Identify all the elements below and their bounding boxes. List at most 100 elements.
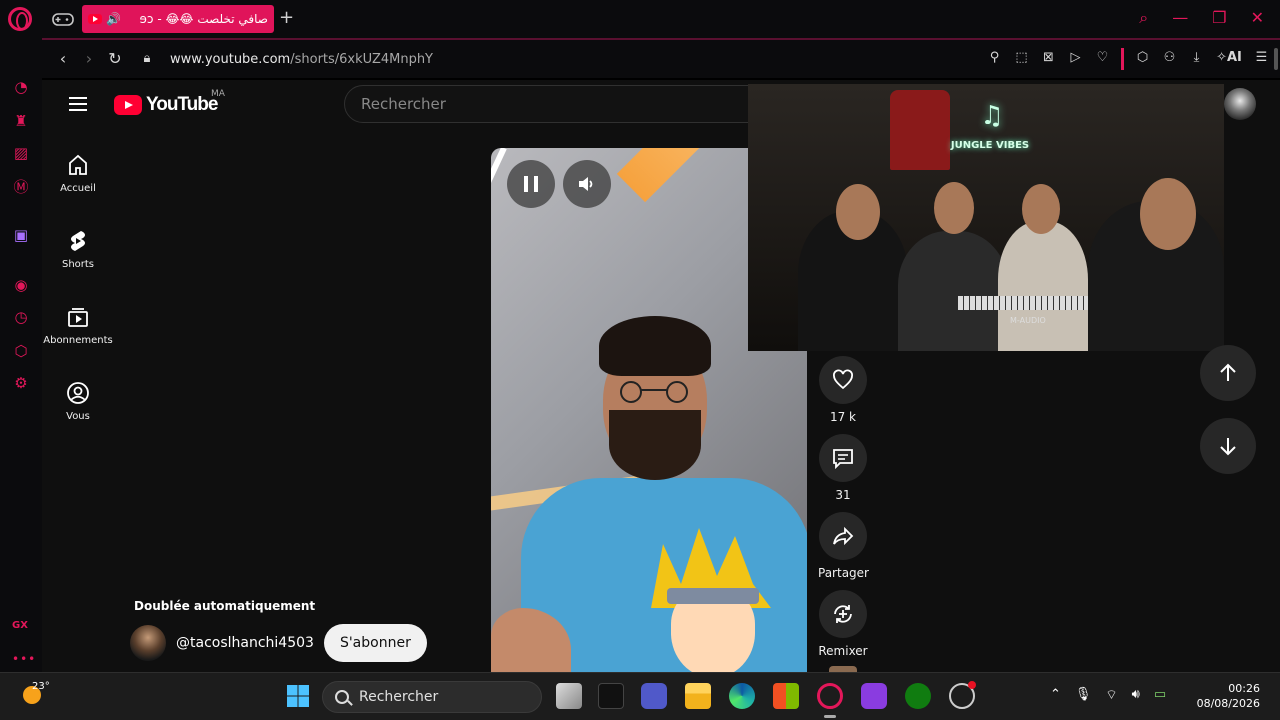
- play-icon[interactable]: ▷: [1067, 50, 1084, 70]
- channel-avatar[interactable]: [130, 625, 166, 661]
- snapshot-icon[interactable]: ⬚: [1013, 50, 1030, 70]
- tab-youtube-short[interactable]: 🔊 صافي تخلصت 😂😂 - ɘɔ: [82, 5, 274, 33]
- pin-icon[interactable]: ⚲: [986, 50, 1003, 70]
- xbox-icon[interactable]: [905, 683, 931, 709]
- subscribe-button[interactable]: S'abonner: [323, 624, 427, 662]
- pause-button[interactable]: [507, 160, 555, 208]
- pip-person-face: [1022, 184, 1060, 234]
- share-label: Partager: [818, 566, 869, 580]
- fc26-app-icon[interactable]: [598, 683, 624, 709]
- gx-corner-icon[interactable]: ♜: [12, 112, 30, 130]
- edge-icon[interactable]: [729, 683, 755, 709]
- chevron-up-icon[interactable]: ⌃: [1050, 687, 1061, 703]
- youtube-logo[interactable]: YouTube: [114, 94, 218, 116]
- opera-gx-taskbar-icon[interactable]: [817, 683, 843, 709]
- gx-cleaner-icon[interactable]: ▨: [12, 144, 30, 162]
- person-hair: [599, 316, 711, 376]
- volume-button[interactable]: [563, 160, 611, 208]
- player-icon[interactable]: ◉: [12, 276, 30, 294]
- settings-gear-icon[interactable]: ⚙: [12, 374, 30, 392]
- comment-button[interactable]: 31: [818, 434, 868, 502]
- extensions-sidebar-icon[interactable]: ⬡: [12, 342, 30, 360]
- account-icon[interactable]: ⚇: [1161, 50, 1178, 70]
- task-view-icon[interactable]: [556, 683, 582, 709]
- previous-short-button[interactable]: [1200, 345, 1256, 401]
- channel-handle[interactable]: @tacoslhanchi4503: [176, 635, 314, 651]
- pause-icon: [524, 176, 538, 192]
- account-avatar[interactable]: [1224, 88, 1256, 120]
- lock-icon[interactable]: 🔒︎: [138, 50, 156, 68]
- youtube-play-logo-icon: [114, 95, 142, 115]
- easy-setup-icon[interactable]: ☰: [1253, 50, 1270, 70]
- app-icon-purple[interactable]: [861, 683, 887, 709]
- url-field[interactable]: www.youtube.com/shorts/6xkUZ4MnphY: [170, 52, 433, 67]
- forward-arrow-icon[interactable]: ›: [80, 50, 98, 68]
- next-short-button[interactable]: [1200, 418, 1256, 474]
- guide-label: Vous: [66, 411, 90, 422]
- shorts-icon: [71, 231, 85, 251]
- wifi-icon[interactable]: ⌔: [1105, 687, 1117, 703]
- remix-button[interactable]: Remixer: [818, 590, 868, 658]
- opera-logo-icon[interactable]: [8, 7, 32, 31]
- new-tab-button[interactable]: +: [279, 9, 294, 27]
- twitch-icon[interactable]: ▣: [12, 226, 30, 244]
- speaker-icon[interactable]: 🔊︎: [1132, 687, 1140, 703]
- pip-keyboard-brand: M-AUDIO: [1010, 316, 1046, 325]
- battery-icon[interactable]: ▭: [1154, 687, 1166, 703]
- reload-icon[interactable]: ↻: [106, 50, 124, 68]
- guide-item-accueil[interactable]: Accueil: [42, 153, 114, 194]
- url-path: /shorts/6xkUZ4MnphY: [290, 52, 434, 67]
- gx-mods-icon[interactable]: Ⓜ: [12, 178, 30, 196]
- pip-person: [998, 221, 1088, 351]
- microsoft-store-icon[interactable]: [773, 683, 799, 709]
- pip-keyboard: [958, 296, 1088, 310]
- guide-item-shorts[interactable]: Shorts: [42, 229, 114, 270]
- adblock-icon[interactable]: ⊠: [1040, 50, 1057, 70]
- guide-item-vous[interactable]: Vous: [42, 381, 114, 422]
- notification-dot: [968, 681, 976, 689]
- ceiling-edge: [491, 148, 507, 304]
- guide-item-abonnements[interactable]: Abonnements: [42, 305, 114, 346]
- file-explorer-icon[interactable]: [685, 683, 711, 709]
- gx-control-label[interactable]: GX: [12, 620, 28, 631]
- sidebar-more-icon[interactable]: •••: [12, 652, 36, 666]
- teams-icon[interactable]: [641, 683, 667, 709]
- maximize-button[interactable]: ❐: [1212, 8, 1226, 28]
- speed-dial-icon[interactable]: ◔: [12, 78, 30, 96]
- picture-in-picture-video[interactable]: ♫ JUNGLE VIBES M-AUDIO: [748, 84, 1224, 351]
- windows-taskbar: 23° Rechercher ⌃ 🎙︎ ⌔ 🔊︎ ▭ 00:26 08/08/2…: [0, 672, 1280, 720]
- menu-icon[interactable]: [69, 97, 87, 111]
- ai-label: AI: [1227, 50, 1242, 65]
- extensions-icon[interactable]: ⬡: [1134, 50, 1151, 70]
- aria-ai-button[interactable]: ✧AI: [1215, 50, 1243, 70]
- tab-audio-icon[interactable]: 🔊: [106, 12, 121, 26]
- palm-neon-icon: ♫: [980, 101, 1004, 131]
- channel-row: @tacoslhanchi4503 S'abonner: [130, 624, 427, 662]
- youtube-logo-text: YouTube: [146, 94, 218, 115]
- home-icon: [69, 154, 87, 175]
- history-icon[interactable]: ◷: [12, 308, 30, 326]
- search-input[interactable]: Rechercher: [344, 85, 764, 123]
- like-button[interactable]: 17 k: [818, 356, 868, 424]
- back-arrow-icon[interactable]: ‹: [54, 50, 72, 68]
- clock[interactable]: 00:26 08/08/2026: [1197, 681, 1260, 711]
- comment-count: 31: [835, 488, 851, 502]
- heart-icon[interactable]: ♡: [1094, 50, 1111, 70]
- toolbar-divider: [1121, 48, 1124, 70]
- taskbar-search-input[interactable]: Rechercher: [322, 681, 542, 713]
- close-button[interactable]: ✕: [1251, 8, 1264, 28]
- url-host: www.youtube.com: [170, 52, 291, 67]
- share-button[interactable]: Partager: [818, 512, 869, 580]
- search-tabs-icon[interactable]: ⌕: [1139, 8, 1148, 28]
- gamepad-icon[interactable]: [52, 11, 74, 27]
- minimize-button[interactable]: —: [1172, 8, 1188, 28]
- windows-start-icon[interactable]: [285, 683, 311, 709]
- country-code: MA: [211, 89, 225, 99]
- scrollbar-top-arrow[interactable]: [1274, 48, 1278, 70]
- share-icon: [833, 526, 854, 546]
- download-icon[interactable]: ⤓: [1188, 50, 1205, 70]
- subscriptions-icon: [68, 308, 88, 327]
- arrow-down-icon: [1220, 438, 1236, 456]
- microphone-icon[interactable]: 🎙︎: [1075, 687, 1092, 703]
- pip-person-face: [1140, 178, 1196, 250]
